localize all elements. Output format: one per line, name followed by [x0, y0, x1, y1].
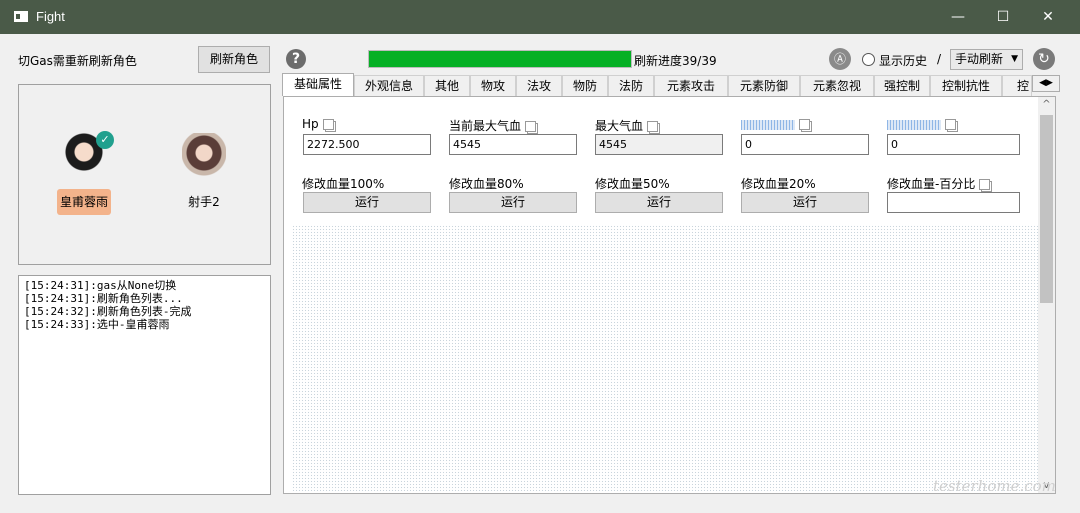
avatar: ✓	[62, 131, 114, 183]
run-button-100[interactable]: 运行	[303, 192, 431, 213]
field-label-max-hp: 最大气血	[595, 117, 659, 134]
avatar	[182, 133, 226, 183]
tab-magic-attack[interactable]: 法攻	[516, 75, 562, 96]
refresh-mode-select[interactable]: 手动刷新 ▼	[950, 49, 1023, 70]
log-line: [15:24:33]:选中-皇甫蓉雨	[24, 318, 170, 331]
tab-magic-defense[interactable]: 法防	[608, 75, 654, 96]
character-name: 皇甫蓉雨	[57, 189, 111, 215]
field-label-hidden-2	[887, 117, 956, 131]
field-label-current-max-hp: 当前最大气血	[449, 117, 537, 134]
empty-area	[292, 225, 1038, 491]
maximize-button[interactable]: ☐	[980, 0, 1026, 34]
log-line: [15:24:31]:gas从None切换	[24, 279, 177, 292]
vertical-scrollbar[interactable]: ^ v	[1038, 97, 1055, 493]
copy-icon[interactable]	[979, 179, 991, 190]
percent-input[interactable]	[887, 192, 1020, 213]
title-bar: Fight — ☐ ✕	[0, 0, 1080, 34]
run-button-80[interactable]: 运行	[449, 192, 577, 213]
tab-control-more[interactable]: 控	[1002, 75, 1032, 96]
refresh-mode-value: 手动刷新	[955, 52, 1004, 66]
refresh-roles-button[interactable]: 刷新角色	[198, 46, 270, 73]
hp-field[interactable]: 2272.500	[303, 134, 431, 155]
tab-other[interactable]: 其他	[424, 75, 470, 96]
scroll-thumb[interactable]	[1040, 115, 1053, 303]
copy-icon[interactable]	[945, 119, 956, 130]
field-label-hp: Hp	[302, 117, 334, 131]
log-line: [15:24:32]:刷新角色列表-完成	[24, 305, 192, 318]
help-icon[interactable]: ?	[286, 49, 306, 69]
max-hp-field[interactable]: 4545	[595, 134, 723, 155]
window-title: Fight	[36, 9, 65, 24]
hidden-field-1[interactable]: 0	[741, 134, 869, 155]
close-button[interactable]: ✕	[1025, 0, 1071, 34]
check-icon: ✓	[96, 131, 114, 149]
progress-fill	[369, 51, 631, 67]
tab-control-resist[interactable]: 控制抗性	[930, 75, 1002, 96]
tab-appearance[interactable]: 外观信息	[354, 75, 424, 96]
copy-icon[interactable]	[799, 119, 810, 130]
separator: /	[937, 52, 942, 66]
field-label-hidden-1	[741, 117, 810, 131]
action-label: 修改血量100%	[302, 177, 385, 191]
tab-element-defense[interactable]: 元素防御	[728, 75, 800, 96]
hidden-field-2[interactable]: 0	[887, 134, 1020, 155]
scroll-up-icon[interactable]: ^	[1038, 99, 1055, 110]
character-name: 射手2	[188, 195, 220, 209]
character-card[interactable]: ✓ 皇甫蓉雨	[57, 131, 114, 215]
tab-physical-attack[interactable]: 物攻	[470, 75, 516, 96]
action-label: 修改血量80%	[449, 177, 524, 191]
log-panel[interactable]: [15:24:31]:gas从None切换 [15:24:31]:刷新角色列表.…	[18, 275, 271, 495]
action-label: 修改血量50%	[595, 177, 670, 191]
tab-hard-control[interactable]: 强控制	[874, 75, 930, 96]
character-card[interactable]: 射手2	[177, 133, 231, 215]
copy-icon[interactable]	[525, 121, 537, 132]
copy-icon[interactable]	[322, 119, 334, 130]
tab-physical-defense[interactable]: 物防	[562, 75, 608, 96]
redacted-label	[887, 119, 941, 130]
tab-element-attack[interactable]: 元素攻击	[654, 75, 728, 96]
action-label: 修改血量20%	[741, 177, 816, 191]
run-button-20[interactable]: 运行	[741, 192, 869, 213]
auto-icon[interactable]: Ⓐ	[829, 48, 851, 70]
character-panel: ✓ 皇甫蓉雨 射手2	[18, 84, 271, 265]
tab-basic-attributes[interactable]: 基础属性	[282, 73, 354, 96]
sync-icon[interactable]: ↻	[1033, 48, 1055, 70]
minimize-button[interactable]: —	[935, 0, 981, 34]
log-line: [15:24:31]:刷新角色列表...	[24, 292, 183, 305]
watermark: testerhome.com	[933, 477, 1056, 495]
gas-hint-label: 切Gas需重新刷新角色	[18, 54, 137, 68]
show-history-label: 显示历史	[879, 54, 928, 68]
tab-content: Hp 当前最大气血 最大气血 2272.500 4545 4545 0 0 修改…	[283, 96, 1056, 494]
tab-bar: 基础属性 外观信息 其他 物攻 法攻 物防 法防 元素攻击 元素防御 元素忽视 …	[282, 73, 1062, 96]
refresh-progress-bar	[368, 50, 632, 68]
chevron-down-icon: ▼	[1011, 54, 1018, 64]
tab-scroll-arrows[interactable]: ◀▶	[1032, 75, 1060, 92]
percent-action-label: 修改血量-百分比	[887, 175, 991, 192]
tab-element-ignore[interactable]: 元素忽视	[800, 75, 874, 96]
show-history-radio[interactable]	[862, 53, 875, 66]
copy-icon[interactable]	[647, 121, 659, 132]
redacted-label	[741, 119, 795, 130]
current-max-hp-field[interactable]: 4545	[449, 134, 577, 155]
run-button-50[interactable]: 运行	[595, 192, 723, 213]
progress-label: 刷新进度39/39	[634, 54, 717, 68]
app-icon	[14, 11, 28, 22]
